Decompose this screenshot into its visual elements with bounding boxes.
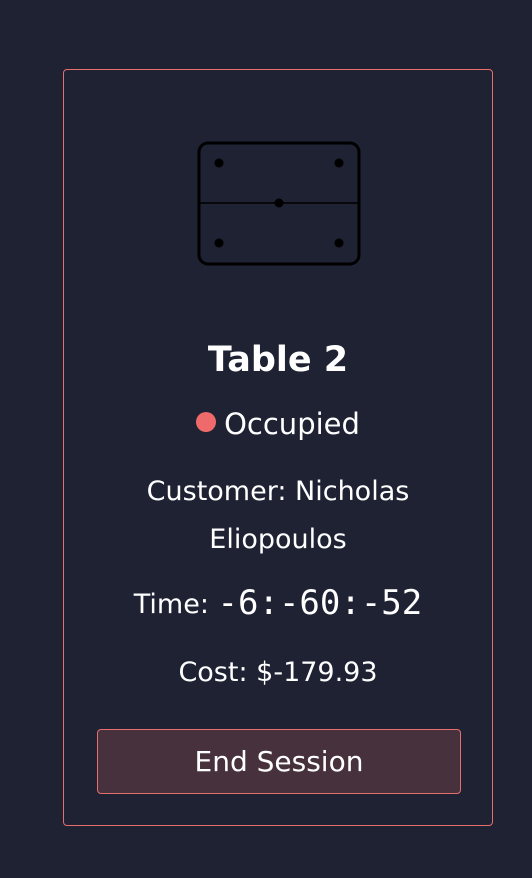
session-time: Time: -6:-60:-52 — [64, 577, 492, 631]
session-cost: Cost: $-179.93 — [178, 657, 378, 688]
status-label: Occupied — [224, 407, 360, 441]
time-label: Time: — [133, 589, 209, 620]
end-session-button[interactable]: End Session — [97, 729, 461, 794]
status-dot-icon — [196, 412, 217, 432]
table-card: Table 2 Occupied Customer: Nicholas Elio… — [63, 69, 493, 826]
table-title: Table 2 — [207, 340, 349, 380]
time-value: -6:-60:-52 — [217, 583, 423, 623]
status-indicator: Occupied — [64, 403, 492, 445]
billiard-table-icon — [197, 141, 361, 266]
customer-name: Customer: Nicholas Eliopoulos — [146, 476, 410, 555]
